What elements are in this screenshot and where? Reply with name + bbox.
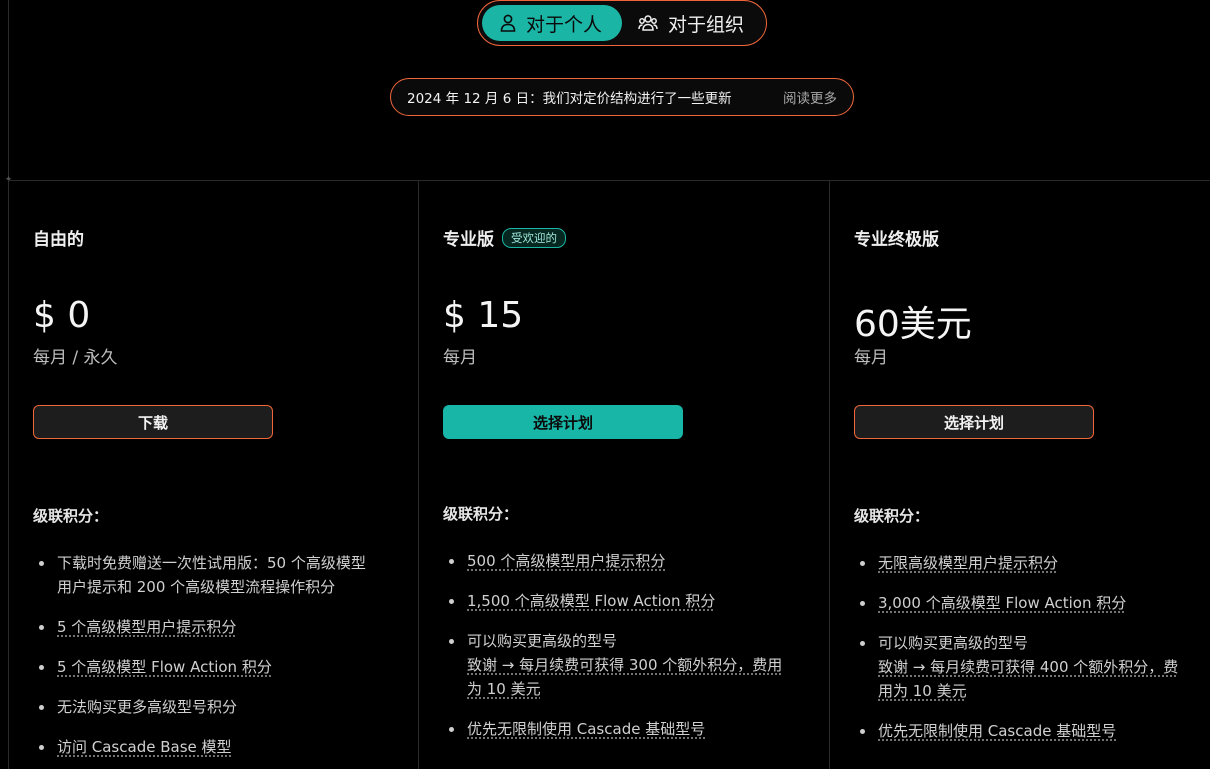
plan-name: 专业版 受欢迎的	[443, 225, 566, 250]
list-item[interactable]: 优先无限制使用 Cascade 基础型号	[854, 719, 1204, 743]
toggle-organization[interactable]: 对于组织	[622, 5, 744, 41]
read-more-link[interactable]: 阅读更多	[783, 87, 837, 107]
plan-price: $ 15	[443, 295, 524, 336]
download-button[interactable]: 下载	[33, 405, 273, 439]
plan-period: 每月	[443, 348, 477, 368]
credits-label: 级联积分：	[33, 507, 109, 525]
list-item: 下载时免费赠送一次性试用版：50 个高级模型 用户提示和 200 个高级模型流程…	[33, 551, 403, 599]
announcement-text: 2024 年 12 月 6 日：我们对定价结构进行了一些更新	[407, 91, 732, 107]
list-item[interactable]: 无限高级模型用户提示积分	[854, 551, 1204, 575]
plan-price: $ 0	[33, 295, 91, 336]
feature-list: 下载时免费赠送一次性试用版：50 个高级模型 用户提示和 200 个高级模型流程…	[33, 551, 403, 769]
plan-card-free: 自由的 $ 0 每月 / 永久 下载 级联积分： 下载时免费赠送一次性试用版：5…	[33, 181, 403, 769]
users-group-icon	[638, 15, 658, 31]
toggle-personal-label: 对于个人	[526, 13, 603, 36]
column-divider	[418, 181, 419, 769]
list-item[interactable]: 5 个高级模型 Flow Action 积分	[33, 655, 403, 679]
list-item[interactable]: 访问 Cascade Base 模型	[33, 735, 403, 759]
list-item: 可以购买更高级的型号 致谢 → 每月续费可获得 400 个额外积分，费 用为 1…	[854, 631, 1204, 703]
pricing-page: ✦ 对于个人 对于组织 2024 年 12 月 6 日：我们对定价结构进行了一些…	[0, 0, 1210, 769]
list-item[interactable]: 3,000 个高级模型 Flow Action 积分	[854, 591, 1204, 615]
plan-period: 每月 / 永久	[33, 348, 118, 368]
select-plan-button[interactable]: 选择计划	[443, 405, 683, 439]
plan-name: 自由的	[33, 230, 84, 250]
credits-label: 级联积分：	[854, 507, 930, 525]
plan-name: 专业终极版	[854, 230, 939, 250]
select-plan-button[interactable]: 选择计划	[854, 405, 1094, 439]
credits-label: 级联积分：	[443, 505, 519, 523]
feature-list: 500 个高级模型用户提示积分 1,500 个高级模型 Flow Action …	[443, 549, 815, 757]
audience-toggle: 对于个人 对于组织	[477, 0, 767, 46]
list-item[interactable]: 1,500 个高级模型 Flow Action 积分	[443, 589, 815, 613]
list-item[interactable]: 优先无限制使用 Cascade 基础型号	[443, 717, 815, 741]
column-divider	[829, 181, 830, 769]
list-item[interactable]: 5 个高级模型用户提示积分	[33, 615, 403, 639]
plan-price: 60美元	[854, 304, 972, 345]
list-item: 可以购买更高级的型号 致谢 → 每月续费可获得 300 个额外积分，费用 为 1…	[443, 629, 815, 701]
left-rail-divider	[8, 0, 9, 769]
list-item: 无法购买更多高级型号积分	[33, 695, 403, 719]
toggle-org-label: 对于组织	[668, 13, 745, 36]
user-icon	[500, 14, 516, 32]
plan-card-pro-ultimate: 专业终极版 60美元 每月 选择计划 级联积分： 无限高级模型用户提示积分 3,…	[854, 181, 1204, 769]
feature-list: 无限高级模型用户提示积分 3,000 个高级模型 Flow Action 积分 …	[854, 551, 1204, 759]
plan-period: 每月	[854, 348, 888, 368]
announcement-banner: 2024 年 12 月 6 日：我们对定价结构进行了一些更新 阅读更多	[390, 78, 854, 116]
popular-badge: 受欢迎的	[502, 227, 566, 248]
plan-card-pro: 专业版 受欢迎的 $ 15 每月 选择计划 级联积分： 500 个高级模型用户提…	[443, 181, 815, 769]
list-item[interactable]: 500 个高级模型用户提示积分	[443, 549, 815, 573]
toggle-personal[interactable]: 对于个人	[482, 5, 622, 41]
